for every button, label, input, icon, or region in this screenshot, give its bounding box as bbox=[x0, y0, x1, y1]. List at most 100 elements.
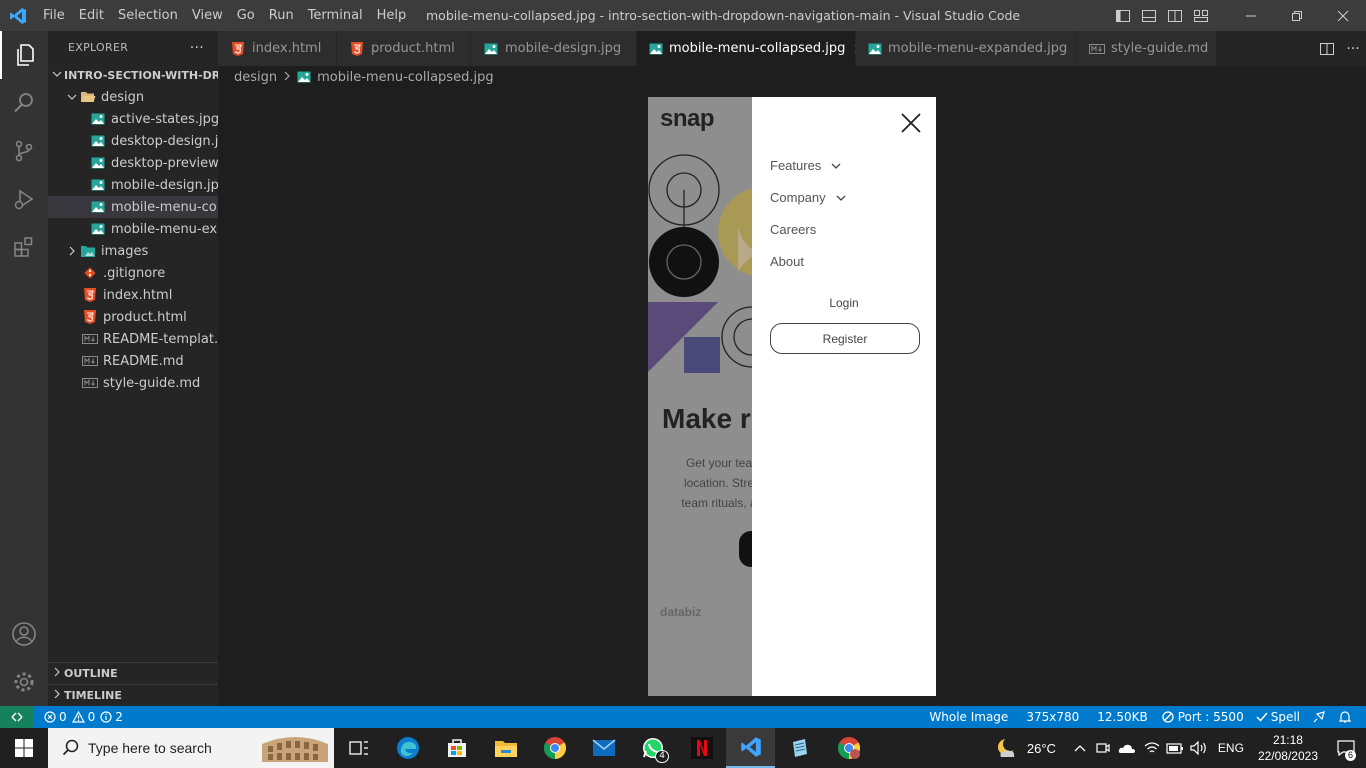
tree-item-images[interactable]: images bbox=[48, 240, 218, 262]
image-file-icon bbox=[868, 41, 882, 57]
clock[interactable]: 21:18 22/08/2023 bbox=[1258, 732, 1318, 764]
tree-item-desktop-preview[interactable]: desktop-preview.... bbox=[48, 152, 218, 174]
tab-style-guide[interactable]: style-guide.md bbox=[1077, 31, 1217, 66]
toggle-panel-icon[interactable] bbox=[1136, 0, 1162, 31]
nav-label: Features bbox=[770, 158, 822, 173]
tree-item-mobile-design[interactable]: mobile-design.jpg bbox=[48, 174, 218, 196]
chrome-icon[interactable] bbox=[530, 728, 579, 768]
problems-indicator[interactable]: 0 0 2 bbox=[38, 710, 129, 724]
info-count: 2 bbox=[115, 710, 123, 724]
remote-indicator-icon[interactable] bbox=[0, 706, 34, 728]
run-debug-icon[interactable] bbox=[0, 175, 48, 223]
tree-item-gitignore[interactable]: .gitignore bbox=[48, 262, 218, 284]
tree-item-readme[interactable]: README.md bbox=[48, 350, 218, 372]
markdown-icon bbox=[82, 331, 98, 347]
battery-icon[interactable] bbox=[1166, 741, 1184, 755]
toggle-primary-sidebar-icon[interactable] bbox=[1110, 0, 1136, 31]
chevron-down-icon bbox=[64, 92, 80, 102]
menu-selection[interactable]: Selection bbox=[111, 0, 185, 31]
menu-go[interactable]: Go bbox=[230, 0, 262, 31]
volume-icon[interactable] bbox=[1190, 741, 1208, 755]
restore-icon[interactable] bbox=[1274, 0, 1320, 31]
timeline-section[interactable]: TIMELINE bbox=[48, 684, 218, 706]
tab-product-html[interactable]: product.html bbox=[337, 31, 471, 66]
menu-terminal[interactable]: Terminal bbox=[301, 0, 370, 31]
outline-section[interactable]: OUTLINE bbox=[48, 662, 218, 684]
windows-start-icon[interactable] bbox=[0, 728, 48, 768]
more-actions-icon[interactable]: ··· bbox=[190, 40, 204, 56]
vscode-taskbar-icon[interactable] bbox=[726, 728, 775, 768]
menu-file[interactable]: File bbox=[36, 0, 72, 31]
breadcrumb-folder[interactable]: design bbox=[234, 70, 277, 85]
customize-layout-icon[interactable] bbox=[1188, 0, 1214, 31]
info-icon bbox=[100, 711, 112, 723]
chevron-down-icon bbox=[836, 195, 846, 201]
menu-edit[interactable]: Edit bbox=[72, 0, 111, 31]
netflix-icon[interactable] bbox=[677, 728, 726, 768]
tree-item-desktop-design[interactable]: desktop-design.j... bbox=[48, 130, 218, 152]
toggle-secondary-sidebar-icon[interactable] bbox=[1162, 0, 1188, 31]
close-window-icon[interactable] bbox=[1320, 0, 1366, 31]
settings-gear-icon[interactable] bbox=[0, 658, 48, 706]
show-hidden-icons-icon[interactable] bbox=[1074, 744, 1086, 752]
file-explorer-icon[interactable] bbox=[481, 728, 530, 768]
vscode-logo-icon[interactable] bbox=[0, 0, 36, 31]
project-root[interactable]: INTRO-SECTION-WITH-DR... bbox=[48, 64, 218, 86]
chrome-profile-icon[interactable] bbox=[824, 728, 873, 768]
minimize-icon[interactable] bbox=[1228, 0, 1274, 31]
extensions-icon[interactable] bbox=[0, 223, 48, 271]
notepad-icon[interactable] bbox=[775, 728, 824, 768]
editor-more-actions-icon[interactable]: ··· bbox=[1340, 41, 1366, 57]
whatsapp-badge: 4 bbox=[655, 750, 669, 763]
chevron-down-icon bbox=[52, 69, 62, 82]
tree-item-product-html[interactable]: product.html bbox=[48, 306, 218, 328]
tree-item-index-html[interactable]: index.html bbox=[48, 284, 218, 306]
tree-item-design[interactable]: design bbox=[48, 86, 218, 108]
tree-item-mobile-menu-expanded[interactable]: mobile-menu-ex... bbox=[48, 218, 218, 240]
menu-help[interactable]: Help bbox=[370, 0, 414, 31]
search-icon[interactable] bbox=[0, 79, 48, 127]
mail-icon[interactable] bbox=[579, 728, 628, 768]
tab-index-html[interactable]: index.html bbox=[218, 31, 337, 66]
error-icon bbox=[44, 711, 56, 723]
tree-item-readme-template[interactable]: README-templat... bbox=[48, 328, 218, 350]
image-view-mode[interactable]: Whole Image bbox=[923, 710, 1014, 724]
tree-label: active-states.jpg bbox=[111, 111, 218, 127]
tab-label: mobile-menu-expanded.jpg bbox=[888, 41, 1068, 56]
input-language[interactable]: ENG bbox=[1218, 741, 1244, 755]
html5-icon bbox=[230, 41, 246, 57]
tree-item-style-guide[interactable]: style-guide.md bbox=[48, 372, 218, 394]
image-file-icon bbox=[483, 41, 499, 57]
breadcrumb: design mobile-menu-collapsed.jpg bbox=[234, 66, 494, 88]
tab-mobile-menu-collapsed[interactable]: mobile-menu-collapsed.jpg bbox=[637, 31, 865, 66]
menu-view[interactable]: View bbox=[185, 0, 230, 31]
microsoft-store-icon[interactable] bbox=[432, 728, 481, 768]
menu-run[interactable]: Run bbox=[262, 0, 301, 31]
edge-browser-icon[interactable] bbox=[383, 728, 432, 768]
tree-item-active-states[interactable]: active-states.jpg bbox=[48, 108, 218, 130]
onedrive-cloud-icon[interactable] bbox=[1118, 742, 1136, 754]
tab-mobile-menu-expanded[interactable]: mobile-menu-expanded.jpg bbox=[856, 31, 1077, 66]
explorer-icon[interactable] bbox=[0, 31, 48, 79]
split-editor-icon[interactable] bbox=[1314, 41, 1340, 57]
spell-check[interactable]: Spell bbox=[1250, 710, 1306, 724]
tree-item-mobile-menu-collapsed[interactable]: mobile-menu-co... bbox=[48, 196, 218, 218]
task-view-icon[interactable] bbox=[334, 728, 383, 768]
feedback-icon[interactable] bbox=[1306, 710, 1332, 724]
whatsapp-icon[interactable]: 4 bbox=[628, 728, 677, 768]
source-control-icon[interactable] bbox=[0, 127, 48, 175]
notification-center-icon[interactable]: 6 bbox=[1326, 728, 1366, 768]
breadcrumb-file[interactable]: mobile-menu-collapsed.jpg bbox=[317, 70, 493, 85]
notifications-bell-icon[interactable] bbox=[1332, 710, 1358, 724]
weather-widget[interactable]: 26°C bbox=[995, 737, 1056, 759]
title-bar: File Edit Selection View Go Run Terminal… bbox=[0, 0, 1366, 31]
accounts-icon[interactable] bbox=[0, 610, 48, 658]
meet-now-icon[interactable] bbox=[1096, 741, 1110, 755]
wifi-icon[interactable] bbox=[1144, 741, 1160, 755]
tab-mobile-design[interactable]: mobile-design.jpg bbox=[471, 31, 637, 66]
taskbar-search[interactable]: Type here to search bbox=[48, 728, 334, 768]
project-name: INTRO-SECTION-WITH-DR... bbox=[64, 68, 218, 82]
live-server-port[interactable]: Port : 5500 bbox=[1156, 710, 1250, 724]
preview-login: Login bbox=[829, 296, 859, 310]
tree-label: desktop-design.j... bbox=[111, 133, 218, 149]
